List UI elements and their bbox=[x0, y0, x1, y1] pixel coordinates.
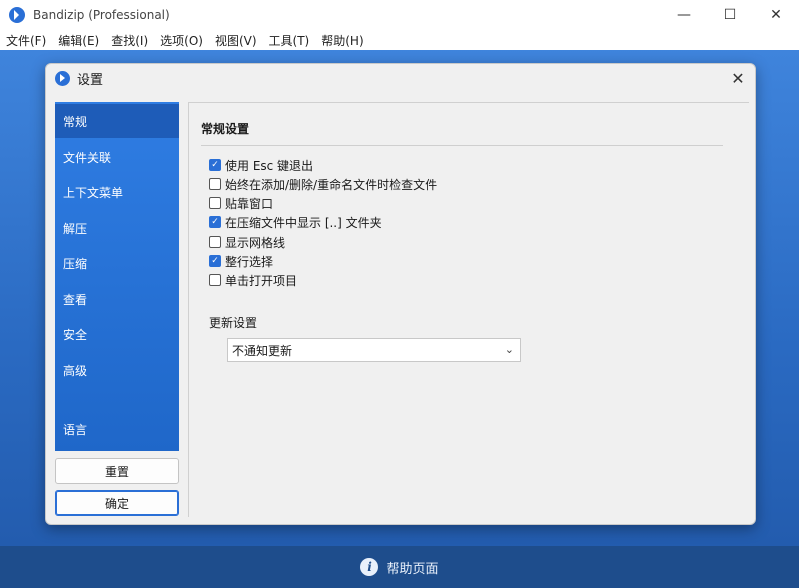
close-window-button[interactable]: ✕ bbox=[753, 0, 799, 30]
checkbox-icon[interactable] bbox=[209, 178, 221, 190]
option-label: 使用 Esc 键退出 bbox=[225, 158, 314, 173]
settings-dialog: 设置 ✕ 常规 文件关联 上下文菜单 解压 压缩 查看 安全 高级 语言 重置 … bbox=[45, 63, 756, 525]
sidebar-item-general[interactable]: 常规 bbox=[55, 104, 179, 138]
checkbox-icon[interactable] bbox=[209, 197, 221, 209]
sidebar-item-context-menu[interactable]: 上下文菜单 bbox=[55, 175, 179, 209]
checkbox-checked-icon[interactable]: ✓ bbox=[209, 159, 221, 171]
menubar: 文件(F) 编辑(E) 查找(I) 选项(O) 视图(V) 工具(T) 帮助(H… bbox=[0, 30, 799, 50]
option-show-parent-folder[interactable]: ✓ 在压缩文件中显示 [..] 文件夹 bbox=[209, 214, 382, 230]
update-select-value: 不通知更新 bbox=[232, 343, 293, 358]
help-bar[interactable]: i 帮助页面 bbox=[0, 546, 799, 588]
menu-options[interactable]: 选项(O) bbox=[160, 32, 203, 49]
info-icon: i bbox=[360, 558, 379, 576]
sidebar-item-language[interactable]: 语言 bbox=[55, 412, 179, 446]
ok-button[interactable]: 确定 bbox=[55, 490, 179, 516]
option-label: 始终在添加/删除/重命名文件时检查文件 bbox=[225, 177, 438, 192]
menu-tools[interactable]: 工具(T) bbox=[269, 32, 310, 49]
app-titlebar: Bandizip (Professional) — ☐ ✕ bbox=[0, 0, 799, 30]
option-label: 单击打开项目 bbox=[225, 273, 298, 288]
option-full-row-select[interactable]: ✓ 整行选择 bbox=[209, 253, 273, 269]
menu-view[interactable]: 视图(V) bbox=[215, 32, 257, 49]
option-esc-exit[interactable]: ✓ 使用 Esc 键退出 bbox=[209, 157, 313, 173]
sidebar-item-extract[interactable]: 解压 bbox=[55, 211, 179, 245]
app-title: Bandizip (Professional) bbox=[33, 8, 170, 22]
menu-help[interactable]: 帮助(H) bbox=[321, 32, 363, 49]
option-snap-window[interactable]: 贴靠窗口 bbox=[209, 195, 273, 211]
settings-sidebar: 常规 文件关联 上下文菜单 解压 压缩 查看 安全 高级 语言 bbox=[55, 102, 179, 451]
section-title-general: 常规设置 bbox=[201, 122, 250, 136]
menu-find[interactable]: 查找(I) bbox=[111, 32, 148, 49]
option-label: 贴靠窗口 bbox=[225, 196, 274, 211]
option-check-files[interactable]: 始终在添加/删除/重命名文件时检查文件 bbox=[209, 176, 437, 192]
checkbox-checked-icon[interactable]: ✓ bbox=[209, 255, 221, 267]
bandizip-logo-icon bbox=[9, 7, 25, 23]
chevron-down-icon: ⌄ bbox=[504, 343, 514, 356]
reset-button[interactable]: 重置 bbox=[55, 458, 179, 484]
sidebar-item-security[interactable]: 安全 bbox=[55, 317, 179, 351]
settings-content-panel: 常规设置 ✓ 使用 Esc 键退出 始终在添加/删除/重命名文件时检查文件 贴靠… bbox=[188, 102, 749, 517]
section-divider bbox=[201, 145, 723, 146]
dialog-close-button[interactable]: ✕ bbox=[727, 67, 749, 89]
maximize-button[interactable]: ☐ bbox=[707, 0, 753, 30]
minimize-button[interactable]: — bbox=[661, 0, 707, 30]
sidebar-item-compress[interactable]: 压缩 bbox=[55, 246, 179, 280]
sidebar-item-file-association[interactable]: 文件关联 bbox=[55, 140, 179, 174]
dialog-title: 设置 bbox=[77, 72, 104, 88]
menu-file[interactable]: 文件(F) bbox=[6, 32, 46, 49]
window-controls: — ☐ ✕ bbox=[661, 0, 799, 30]
menu-edit[interactable]: 编辑(E) bbox=[58, 32, 99, 49]
checkbox-icon[interactable] bbox=[209, 236, 221, 248]
dialog-titlebar: 设置 ✕ bbox=[46, 64, 755, 92]
option-label: 整行选择 bbox=[225, 254, 274, 269]
bandizip-logo-icon bbox=[55, 70, 70, 86]
option-show-gridlines[interactable]: 显示网格线 bbox=[209, 234, 285, 250]
checkbox-checked-icon[interactable]: ✓ bbox=[209, 216, 221, 228]
update-settings-select[interactable]: 不通知更新 ⌄ bbox=[227, 338, 521, 362]
option-label: 显示网格线 bbox=[225, 235, 286, 250]
option-single-click-open[interactable]: 单击打开项目 bbox=[209, 272, 297, 288]
sidebar-item-view[interactable]: 查看 bbox=[55, 282, 179, 316]
update-settings-label: 更新设置 bbox=[209, 316, 258, 330]
option-label: 在压缩文件中显示 [..] 文件夹 bbox=[225, 215, 382, 230]
sidebar-item-advanced[interactable]: 高级 bbox=[55, 353, 179, 387]
checkbox-icon[interactable] bbox=[209, 274, 221, 286]
help-page-label: 帮助页面 bbox=[386, 561, 439, 577]
